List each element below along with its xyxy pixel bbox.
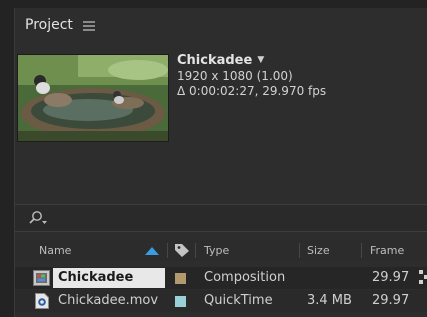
label-color-swatch[interactable]: [175, 296, 186, 307]
preview-info: Chickadee ▼ 1920 x 1080 (1.00) Δ 0:00:02…: [177, 53, 326, 100]
column-frame-rate[interactable]: Frame Ra...: [370, 240, 427, 278]
table-row[interactable]: Chickadee.mov QuickTime 3.4 MB 29.97: [15, 290, 427, 312]
preview-item-name: Chickadee: [177, 53, 253, 68]
row-type: QuickTime: [204, 293, 273, 308]
composition-icon: [33, 270, 50, 290]
panel-title[interactable]: Project: [25, 17, 73, 33]
panel-menu-icon[interactable]: [82, 21, 95, 31]
column-name[interactable]: Name: [39, 240, 71, 261]
column-separator[interactable]: [361, 243, 362, 258]
search-bar[interactable]: [15, 204, 427, 232]
column-separator[interactable]: [167, 243, 168, 258]
column-separator[interactable]: [299, 243, 300, 258]
row-frame-rate: 29.97: [372, 293, 410, 308]
panel-header: Project: [15, 8, 427, 42]
label-tag-icon[interactable]: [174, 243, 190, 261]
table-row[interactable]: Chickadee Composition 29.97: [15, 267, 427, 289]
project-panel: Project Chickadee ▼ 1920 x 1080 (1.00) Δ…: [14, 8, 427, 317]
flowchart-icon[interactable]: [419, 270, 427, 290]
column-separator[interactable]: [195, 243, 196, 258]
column-type[interactable]: Type: [204, 240, 229, 261]
preview-item-name-row[interactable]: Chickadee ▼: [177, 53, 326, 69]
preview-duration: Δ 0:00:02:27, 29.970 fps: [177, 84, 327, 98]
preview-dimensions: 1920 x 1080 (1.00): [177, 68, 293, 83]
search-icon[interactable]: [27, 210, 49, 226]
label-color-swatch[interactable]: [175, 273, 186, 284]
row-type: Composition: [204, 270, 286, 285]
preview-thumbnail: [17, 54, 169, 142]
column-header-row: Name Type Size Frame Ra...: [15, 240, 427, 278]
row-name[interactable]: Chickadee.mov: [58, 290, 158, 312]
column-size[interactable]: Size: [307, 240, 330, 261]
sort-ascending-icon[interactable]: [145, 246, 159, 259]
caret-down-icon[interactable]: ▼: [257, 53, 264, 69]
row-name[interactable]: Chickadee: [58, 267, 133, 289]
row-frame-rate: 29.97: [372, 270, 410, 285]
quicktime-file-icon: [35, 293, 49, 313]
row-size: 3.4 MB: [307, 293, 352, 308]
